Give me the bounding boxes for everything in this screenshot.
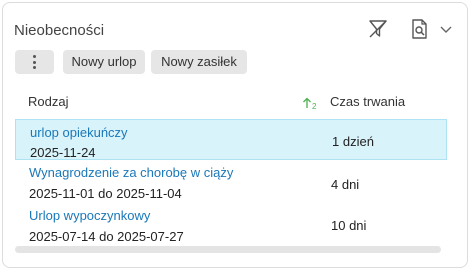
sort-ascending-icon[interactable]: 2 (302, 96, 318, 110)
chevron-down-icon[interactable] (438, 21, 454, 37)
absence-dates: 2025-11-01 do 2025-11-04 (29, 186, 182, 201)
absence-type-link[interactable]: Urlop wypoczynkowy (29, 208, 150, 223)
absence-duration: 10 dni (331, 218, 367, 233)
search-document-icon[interactable] (409, 18, 431, 40)
absence-type-link[interactable]: urlop opiekuńczy (30, 125, 128, 140)
column-header-type[interactable]: Rodzaj (28, 94, 68, 109)
absence-duration: 1 dzień (332, 134, 374, 149)
absence-type-link[interactable]: Wynagrodzenie za chorobę w ciąży (29, 165, 233, 180)
absence-duration: 4 dni (331, 177, 360, 192)
absence-dates: 2025-07-14 do 2025-07-27 (29, 229, 184, 244)
horizontal-scrollbar[interactable] (15, 246, 441, 253)
table-row[interactable]: Urlop wypoczynkowy 2025-07-14 do 2025-07… (15, 204, 447, 246)
absences-panel: Nieobecności Nowy urlop Nowy zasiłek Rod… (2, 2, 468, 268)
column-header-duration[interactable]: Czas trwania (330, 94, 405, 109)
absence-dates: 2025-11-24 (30, 145, 96, 160)
more-vertical-icon (33, 55, 36, 69)
new-leave-button[interactable]: Nowy urlop (63, 50, 145, 74)
sort-order-number: 2 (312, 102, 317, 110)
new-allowance-button[interactable]: Nowy zasiłek (151, 50, 247, 74)
panel-title: Nieobecności (14, 22, 105, 39)
filter-icon[interactable] (367, 18, 389, 40)
table-row[interactable]: Wynagrodzenie za chorobę w ciąży 2025-11… (15, 161, 447, 203)
more-options-button[interactable] (15, 50, 54, 74)
table-row[interactable]: urlop opiekuńczy 2025-11-24 1 dzień (15, 119, 447, 160)
